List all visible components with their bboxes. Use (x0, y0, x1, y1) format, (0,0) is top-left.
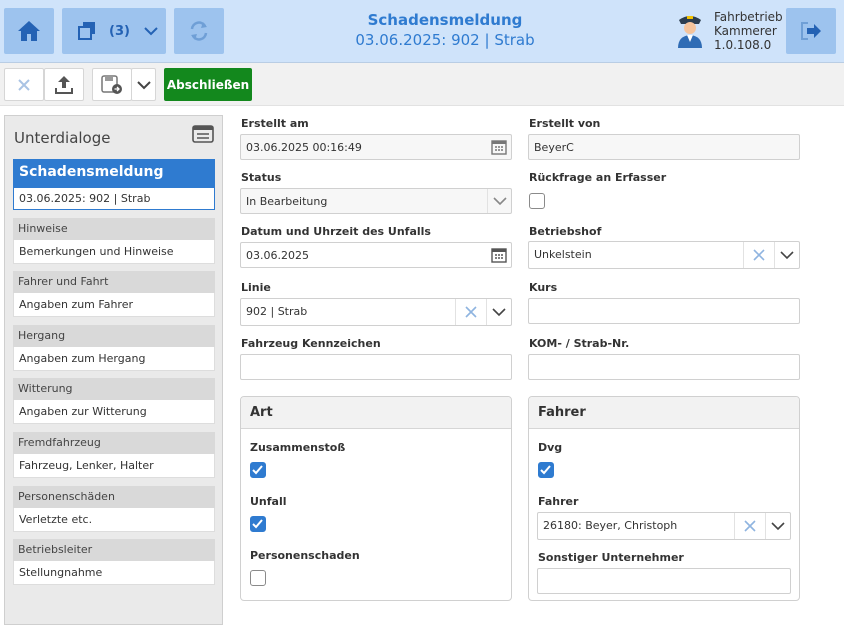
datum-label: Datum und Uhrzeit des Unfalls (241, 225, 431, 238)
sidebar-item-schadensmeldung[interactable]: Schadensmeldung 03.06.2025: 902 | Strab (13, 159, 215, 210)
finish-button[interactable]: Abschließen (164, 68, 252, 101)
erstellt-von-field[interactable]: BeyerC (528, 134, 800, 160)
kom-label: KOM- / Strab-Nr. (529, 337, 630, 350)
card-icon[interactable] (192, 125, 214, 143)
chevron-down-icon[interactable] (774, 242, 799, 268)
sidebar-item-fremdfahrzeug[interactable]: Fremdfahrzeug Fahrzeug, Lenker, Halter (13, 432, 215, 478)
betriebshof-select[interactable]: Unkelstein (528, 241, 800, 269)
sonstiger-label: Sonstiger Unternehmer (538, 551, 684, 564)
logout-icon (801, 22, 821, 40)
personenschaden-label: Personenschaden (250, 549, 360, 562)
sidebar-item-fahrer-und-fahrt[interactable]: Fahrer und Fahrt Angaben zum Fahrer (13, 271, 215, 317)
unfall-label: Unfall (250, 495, 287, 508)
sidebar: Unterdialoge Schadensmeldung 03.06.2025:… (4, 115, 223, 625)
close-icon (18, 78, 30, 91)
windows-button[interactable]: (3) (62, 8, 166, 54)
art-panel-title: Art (241, 397, 511, 429)
calendar-icon[interactable] (487, 243, 511, 267)
page-subtitle: 03.06.2025: 902 | Strab (355, 31, 535, 49)
save-button[interactable] (92, 68, 132, 101)
sidebar-title: Unterdialoge (14, 129, 111, 147)
sonstiger-field[interactable] (537, 568, 791, 594)
kennzeichen-label: Fahrzeug Kennzeichen (241, 337, 381, 350)
clear-icon[interactable] (455, 299, 486, 325)
upload-button[interactable] (44, 68, 84, 101)
linie-label: Linie (241, 281, 271, 294)
chevron-down-icon[interactable] (487, 189, 511, 213)
rueckfrage-label: Rückfrage an Erfasser (529, 171, 667, 184)
clear-icon[interactable] (743, 242, 774, 268)
erstellt-am-field[interactable]: 03.06.2025 00:16:49 (240, 134, 512, 160)
chevron-down-icon[interactable] (765, 513, 790, 539)
zusammenstoss-label: Zusammenstoß (250, 441, 346, 454)
kurs-label: Kurs (529, 281, 558, 294)
erstellt-am-label: Erstellt am (241, 117, 309, 130)
rueckfrage-checkbox[interactable] (529, 193, 545, 209)
app-header: (3) Schadensmeldung 03.06.2025: 902 | St… (0, 0, 844, 63)
refresh-icon (190, 21, 208, 41)
home-icon (18, 21, 40, 41)
chevron-down-icon (136, 80, 151, 89)
status-label: Status (241, 171, 282, 184)
page-title: Schadensmeldung (367, 11, 523, 29)
dvg-checkbox[interactable] (538, 462, 554, 478)
erstellt-von-label: Erstellt von (529, 117, 601, 130)
status-select[interactable]: In Bearbeitung (240, 188, 512, 214)
refresh-button[interactable] (174, 8, 224, 54)
user-info: Fahrbetrieb Kammerer 1.0.108.0 (714, 10, 783, 52)
kom-field[interactable] (528, 354, 800, 380)
logout-button[interactable] (786, 8, 836, 54)
upload-icon (55, 75, 73, 94)
home-button[interactable] (4, 8, 54, 54)
sidebar-item-hinweise[interactable]: Hinweise Bemerkungen und Hinweise (13, 218, 215, 264)
kurs-field[interactable] (528, 298, 800, 324)
linie-select[interactable]: 902 | Strab (240, 298, 512, 326)
kennzeichen-field[interactable] (240, 354, 512, 380)
sidebar-item-betriebsleiter[interactable]: Betriebsleiter Stellungnahme (13, 539, 215, 585)
fahrer-label: Fahrer (538, 495, 579, 508)
cancel-button[interactable] (4, 68, 44, 101)
sidebar-item-witterung[interactable]: Witterung Angaben zur Witterung (13, 378, 215, 424)
sidebar-item-personenschaeden[interactable]: Personenschäden Verletzte etc. (13, 486, 215, 532)
save-options-dropdown[interactable] (131, 68, 156, 101)
betriebshof-label: Betriebshof (529, 225, 602, 238)
fahrer-panel-title: Fahrer (529, 397, 799, 429)
datum-field[interactable]: 03.06.2025 (240, 242, 512, 268)
fahrer-select[interactable]: 26180: Beyer, Christoph (537, 512, 791, 540)
chevron-down-icon (144, 27, 158, 36)
windows-icon (78, 22, 95, 40)
calendar-icon[interactable] (487, 135, 511, 159)
toolbar: Abschließen (0, 63, 844, 106)
clear-icon[interactable] (734, 513, 765, 539)
windows-count: (3) (109, 23, 130, 39)
save-icon (101, 74, 122, 94)
checkmark-icon (252, 465, 263, 475)
sidebar-item-hergang[interactable]: Hergang Angaben zum Hergang (13, 325, 215, 371)
personenschaden-checkbox[interactable] (250, 570, 266, 586)
zusammenstoss-checkbox[interactable] (250, 462, 266, 478)
chevron-down-icon[interactable] (486, 299, 511, 325)
unfall-checkbox[interactable] (250, 516, 266, 532)
checkmark-icon (252, 519, 263, 529)
dvg-label: Dvg (538, 441, 563, 454)
driver-avatar-icon (678, 16, 702, 48)
checkmark-icon (540, 465, 551, 475)
